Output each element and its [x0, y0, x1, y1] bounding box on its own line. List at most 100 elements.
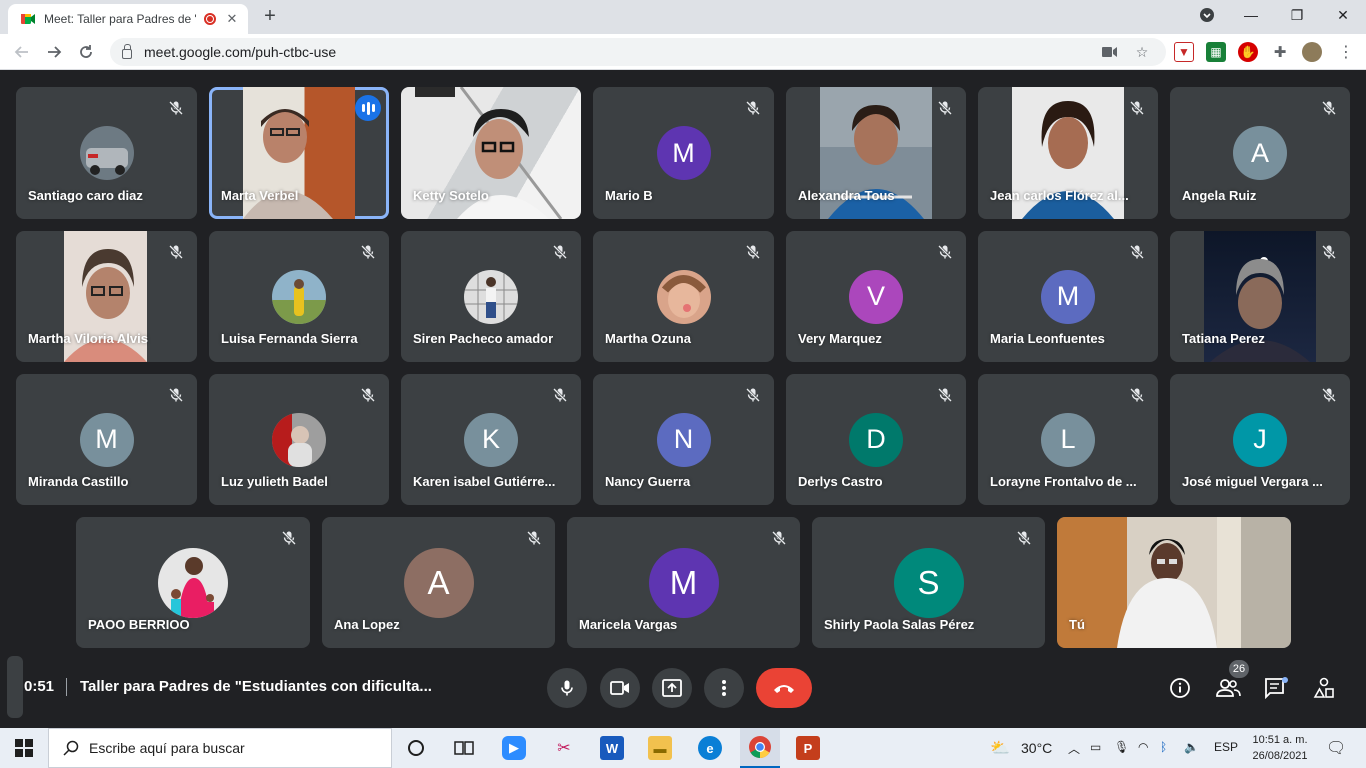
- mic-off-icon: [1318, 97, 1340, 119]
- participant-photo: [272, 412, 326, 467]
- participant-tile[interactable]: M Maria Leonfuentes: [978, 231, 1158, 362]
- restore-button[interactable]: ❐: [1274, 0, 1320, 30]
- back-button[interactable]: [10, 40, 34, 64]
- meeting-details-button[interactable]: [1164, 672, 1196, 704]
- file-explorer-icon[interactable]: ▬: [648, 736, 672, 760]
- participant-tile[interactable]: Tatiana Perez: [1170, 231, 1350, 362]
- self-view-tile[interactable]: Tú: [1057, 517, 1291, 648]
- self-video: [1057, 517, 1291, 648]
- microphone-button[interactable]: [547, 668, 587, 708]
- tab-search-button[interactable]: [1184, 0, 1230, 30]
- participant-tile[interactable]: Jean carlos Flórez al...: [978, 87, 1158, 219]
- edge-browser-icon[interactable]: e: [698, 736, 722, 760]
- extensions-puzzle-icon[interactable]: ✚: [1270, 42, 1290, 62]
- participant-tile[interactable]: M Mario B: [593, 87, 774, 219]
- volume-icon[interactable]: 🔈: [1184, 740, 1199, 754]
- participant-tile[interactable]: Luz yulieth Badel: [209, 374, 389, 505]
- system-clock[interactable]: 10:51 a. m. 26/08/2021: [1238, 732, 1322, 764]
- participant-tile[interactable]: D Derlys Castro: [786, 374, 966, 505]
- participant-tile[interactable]: N Nancy Guerra: [593, 374, 774, 505]
- participant-name: Jean carlos Flórez al...: [990, 188, 1129, 203]
- side-scroll-handle[interactable]: [7, 656, 23, 718]
- participant-tile[interactable]: PAOO BERRIOO: [76, 517, 310, 648]
- word-app-icon[interactable]: W: [600, 736, 624, 760]
- participant-tile[interactable]: K Karen isabel Gutiérre...: [401, 374, 581, 505]
- meeting-timer: 0:51: [24, 678, 55, 695]
- weather-temperature[interactable]: 30°C: [1021, 740, 1052, 756]
- participant-tile[interactable]: M Miranda Castillo: [16, 374, 197, 505]
- participant-tile[interactable]: M Maricela Vargas: [567, 517, 800, 648]
- participant-name: Lorayne Frontalvo de ...: [990, 474, 1137, 489]
- browser-tab-meet[interactable]: Meet: Taller para Padres de " ✕: [8, 4, 248, 34]
- participant-name: Shirly Paola Salas Pérez: [824, 617, 975, 632]
- participant-name: Miranda Castillo: [28, 474, 129, 489]
- participant-tile[interactable]: L Lorayne Frontalvo de ...: [978, 374, 1158, 505]
- participant-avatar: M: [656, 126, 711, 180]
- arrow-right-icon: [48, 46, 62, 58]
- extension-sheets-icon[interactable]: ▦: [1206, 42, 1226, 62]
- weather-cloud-icon[interactable]: ⛅: [990, 738, 1010, 758]
- camera-button[interactable]: [600, 668, 640, 708]
- address-bar[interactable]: meet.google.com/puh-ctbc-use ☆: [110, 38, 1166, 66]
- close-window-button[interactable]: ✕: [1320, 0, 1366, 30]
- participant-tile[interactable]: Santiago caro diaz: [16, 87, 197, 219]
- minimize-button[interactable]: —: [1228, 0, 1274, 30]
- bluetooth-icon[interactable]: ᛒ: [1160, 740, 1167, 754]
- bookmark-star-icon[interactable]: ☆: [1132, 42, 1152, 62]
- reload-button[interactable]: [74, 40, 98, 64]
- participant-tile[interactable]: V Very Marquez: [786, 231, 966, 362]
- participant-tile-active-speaker[interactable]: Marta Verbel: [209, 87, 389, 219]
- mic-off-icon: [357, 241, 379, 263]
- extension-shield-icon[interactable]: ▼: [1174, 42, 1194, 62]
- powerpoint-app-icon[interactable]: P: [796, 736, 820, 760]
- participant-tile[interactable]: Martha Ozuna: [593, 231, 774, 362]
- windows-start-button[interactable]: [12, 736, 36, 760]
- close-tab-icon[interactable]: ✕: [224, 11, 240, 27]
- participant-tile[interactable]: Ketty Sotelo: [401, 87, 581, 219]
- camera-in-use-icon[interactable]: [1100, 42, 1120, 62]
- present-screen-button[interactable]: [652, 668, 692, 708]
- participant-tile[interactable]: S Shirly Paola Salas Pérez: [812, 517, 1045, 648]
- participant-name: José miguel Vergara ...: [1182, 474, 1323, 489]
- taskbar-search-box[interactable]: Escribe aquí para buscar: [48, 728, 392, 768]
- participant-tile[interactable]: J José miguel Vergara ...: [1170, 374, 1350, 505]
- participant-photo: [158, 547, 228, 618]
- extension-adblock-icon[interactable]: ✋: [1238, 42, 1258, 62]
- participant-tile[interactable]: Alexandra Tous: [786, 87, 966, 219]
- profile-avatar[interactable]: [1302, 42, 1322, 62]
- zoom-app-icon[interactable]: ▶: [502, 736, 526, 760]
- leave-call-button[interactable]: [756, 668, 812, 708]
- meeting-title[interactable]: Taller para Padres de "Estudiantes con d…: [80, 678, 432, 695]
- notifications-icon[interactable]: 🗨: [1326, 738, 1346, 758]
- participant-name: Siren Pacheco amador: [413, 331, 554, 346]
- battery-icon[interactable]: ▭: [1090, 740, 1101, 754]
- participant-name: PAOO BERRIOO: [88, 617, 190, 632]
- forward-button[interactable]: [42, 40, 66, 64]
- microphone-tray-icon[interactable]: 🎙: [1114, 740, 1129, 754]
- participant-tile[interactable]: Siren Pacheco amador: [401, 231, 581, 362]
- participant-photo: [272, 269, 326, 324]
- new-tab-button[interactable]: +: [258, 5, 282, 29]
- hidden-icons-chevron-icon[interactable]: ︿: [1068, 740, 1080, 757]
- input-language[interactable]: ESP: [1214, 740, 1238, 754]
- snipping-tool-icon[interactable]: ✂: [552, 736, 576, 760]
- chrome-taskbar-active[interactable]: [740, 728, 780, 768]
- participant-tile[interactable]: A Angela Ruiz: [1170, 87, 1350, 219]
- task-view-button[interactable]: [452, 736, 476, 760]
- participant-tile[interactable]: Luisa Fernanda Sierra: [209, 231, 389, 362]
- activities-button[interactable]: [1308, 672, 1340, 704]
- mic-off-icon: [1013, 527, 1035, 549]
- browser-menu-icon[interactable]: ⋮: [1336, 42, 1356, 62]
- info-icon: [1170, 678, 1190, 698]
- mic-off-icon: [165, 384, 187, 406]
- cortana-button[interactable]: [404, 736, 428, 760]
- participant-tile[interactable]: A Ana Lopez: [322, 517, 555, 648]
- more-options-button[interactable]: [704, 668, 744, 708]
- network-icon[interactable]: ◠: [1138, 740, 1148, 754]
- participant-tile[interactable]: Martha Viloria Alvis: [16, 231, 197, 362]
- mic-off-icon: [1126, 384, 1148, 406]
- participant-avatar: K: [464, 412, 518, 467]
- chat-button[interactable]: [1260, 672, 1292, 704]
- participant-name: Ketty Sotelo: [413, 188, 489, 203]
- divider: [66, 678, 67, 696]
